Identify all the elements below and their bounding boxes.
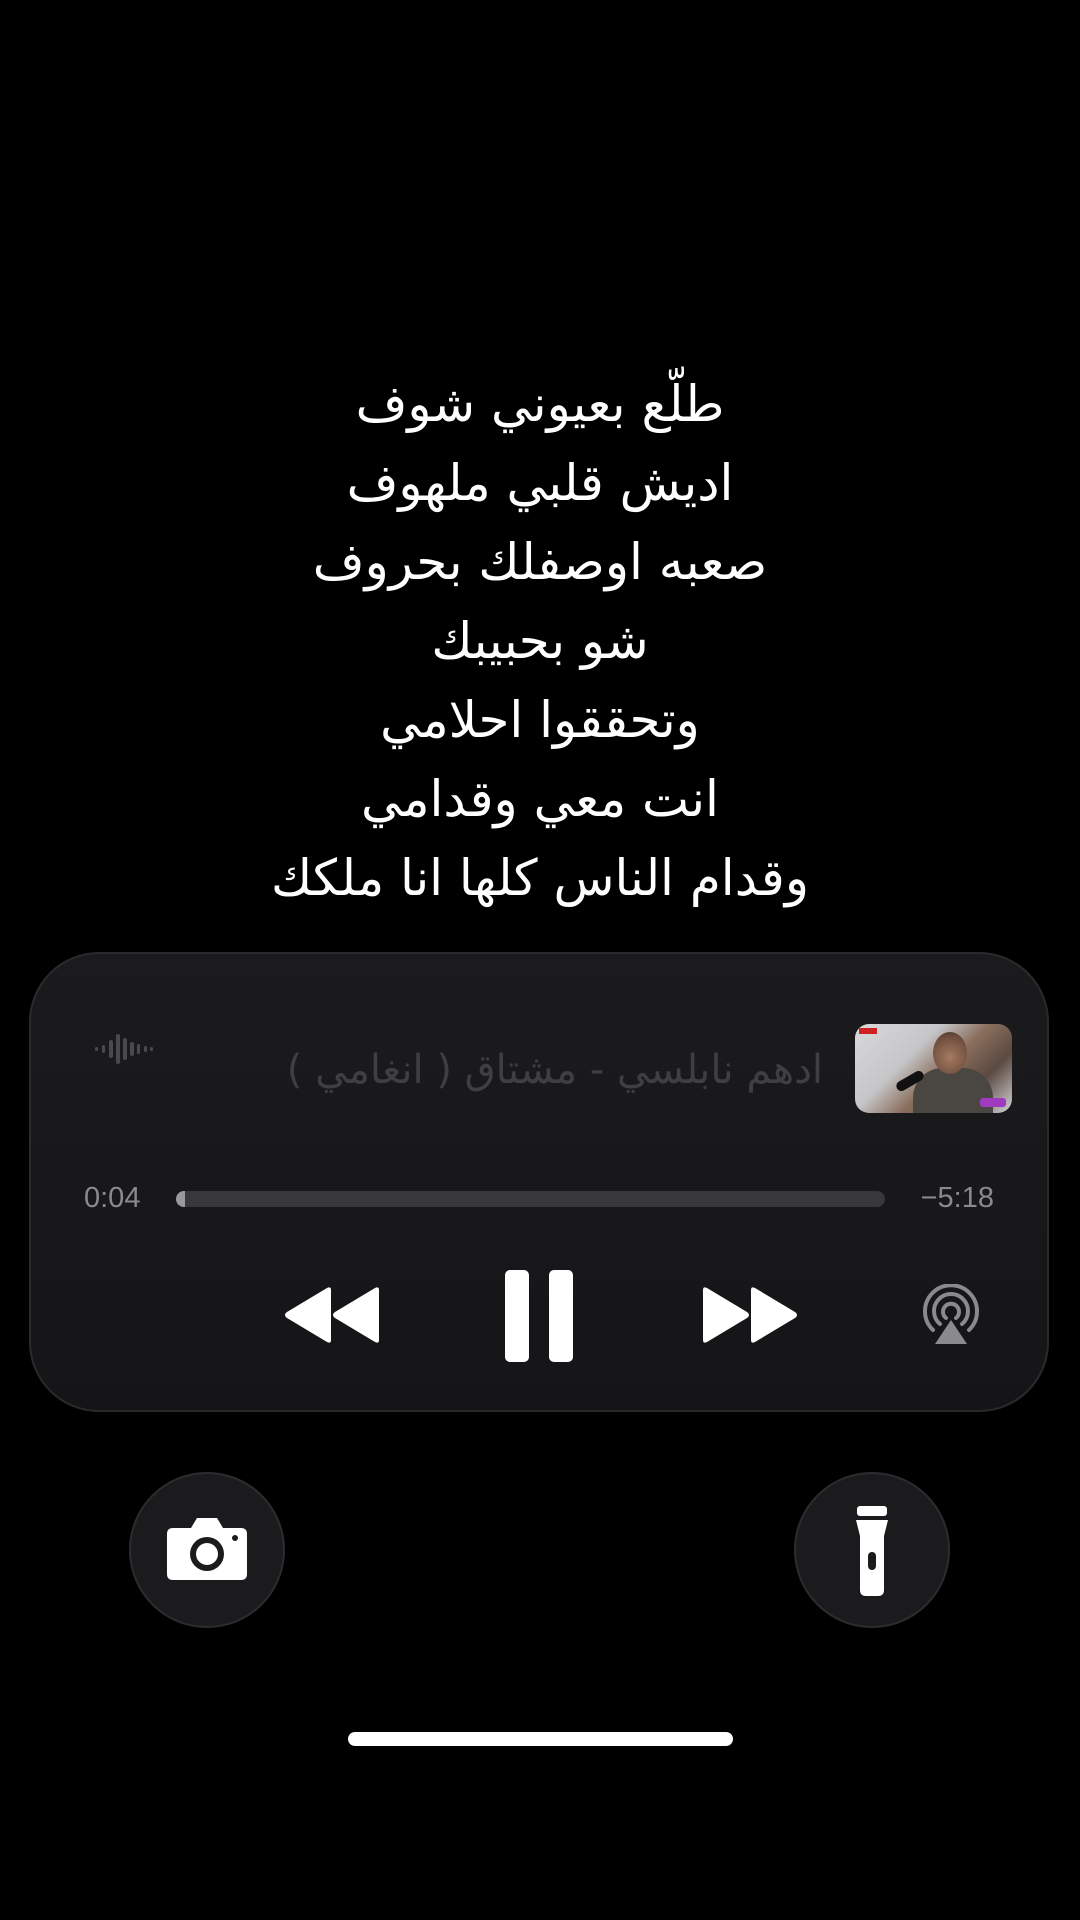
camera-icon	[167, 1518, 247, 1580]
rewind-icon	[285, 1287, 379, 1343]
flashlight-icon	[856, 1506, 888, 1596]
home-indicator[interactable]	[348, 1732, 733, 1746]
track-title[interactable]: ادهم نابلسي - مشتاق ( انغامي )	[287, 1047, 823, 1093]
waveform-icon[interactable]	[95, 1032, 155, 1066]
camera-button[interactable]	[129, 1472, 285, 1628]
rewind-button[interactable]	[283, 1286, 383, 1348]
lyric-line: اديش قلبي ملهوف	[346, 454, 734, 512]
lyric-line: انت معي وقدامي	[361, 770, 719, 828]
lyric-line: وقدام الناس كلها انا ملكك	[271, 849, 809, 907]
pause-button[interactable]	[503, 1268, 575, 1368]
artwork-face	[933, 1032, 967, 1074]
pause-icon	[505, 1270, 573, 1362]
airplay-icon	[923, 1283, 979, 1344]
lyric-line: وتحققوا احلامي	[380, 691, 700, 749]
lyric-line: طلّع بعيوني شوف	[355, 375, 725, 433]
lyric-line: صعبه اوصفلك بحروف	[312, 533, 768, 591]
forward-button[interactable]	[699, 1286, 799, 1348]
now-playing-widget[interactable]: ادهم نابلسي - مشتاق ( انغامي ) 0:04 −5:1…	[29, 952, 1049, 1412]
remaining-time: −5:18	[920, 1182, 994, 1214]
airplay-button[interactable]	[919, 1283, 983, 1352]
lyrics-block: طلّع بعيوني شوف اديش قلبي ملهوف صعبه اوص…	[0, 365, 1080, 918]
elapsed-time: 0:04	[84, 1182, 141, 1214]
fast-forward-icon	[703, 1287, 797, 1343]
flashlight-button[interactable]	[794, 1472, 950, 1628]
channel-logo	[859, 1028, 877, 1034]
progress-scrubber[interactable]	[176, 1191, 885, 1207]
album-artwork[interactable]	[855, 1024, 1012, 1113]
lyric-line: شو بحبيبك	[431, 612, 649, 670]
progress-fill	[176, 1191, 186, 1207]
artwork-badge	[980, 1098, 1006, 1107]
